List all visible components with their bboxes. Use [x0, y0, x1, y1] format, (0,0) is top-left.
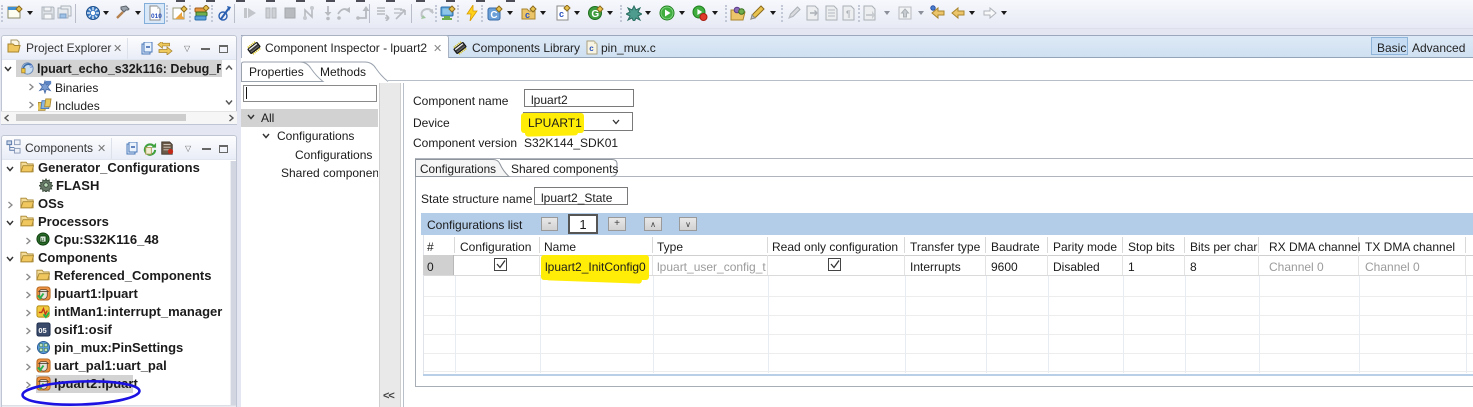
svg-text:C: C — [490, 10, 497, 21]
svg-text:¶: ¶ — [846, 9, 851, 19]
svg-text:S: S — [29, 64, 32, 69]
svg-text:c: c — [559, 9, 564, 19]
svg-text:05: 05 — [38, 326, 46, 335]
svg-text:µ: µ — [41, 237, 44, 243]
svg-text:c: c — [589, 44, 594, 53]
svg-text:010: 010 — [151, 13, 162, 20]
svg-text:c: c — [525, 10, 530, 20]
